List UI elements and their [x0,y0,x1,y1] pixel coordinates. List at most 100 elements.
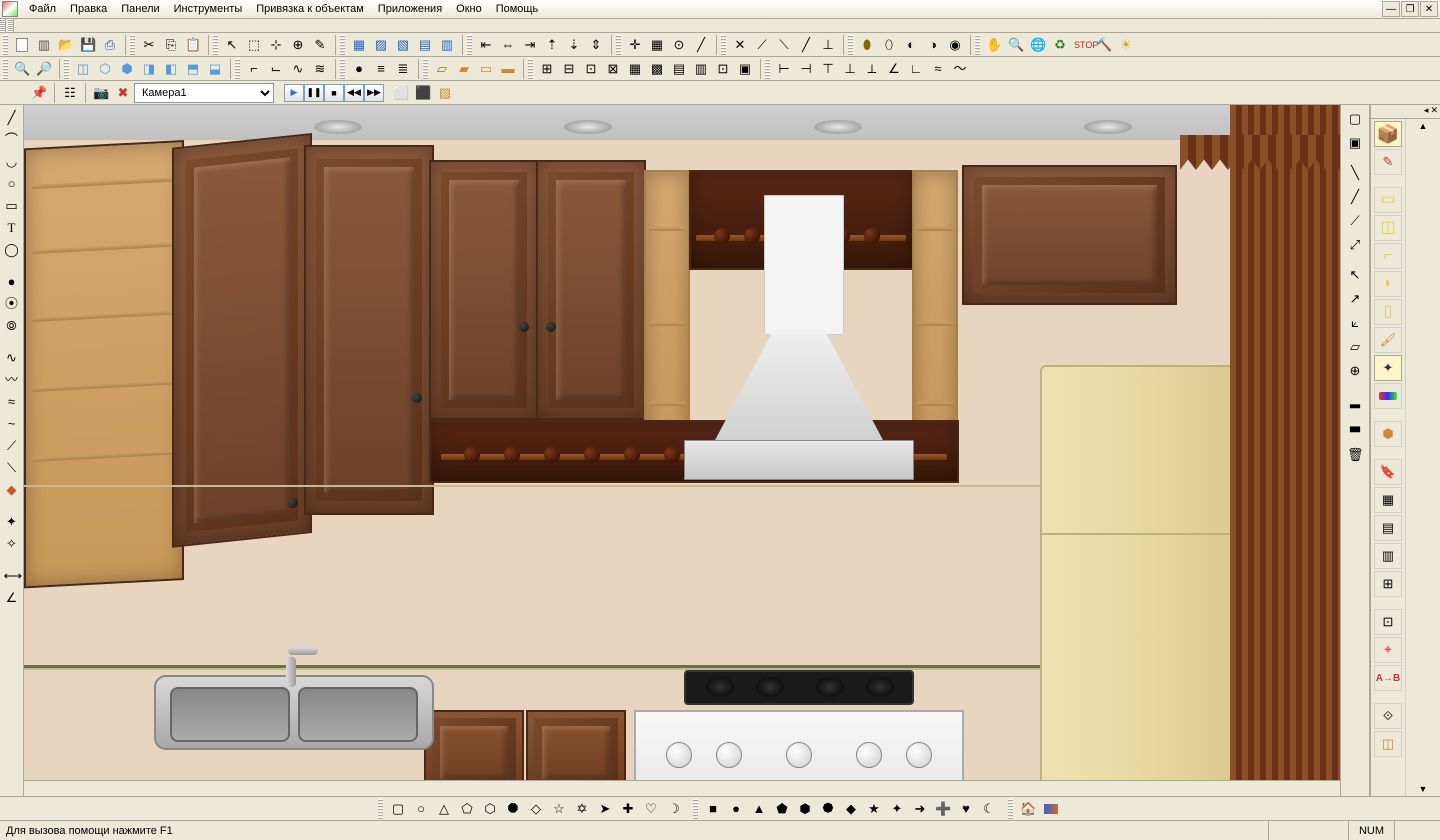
viewport-3d[interactable] [24,105,1340,796]
cube3-button[interactable]: ▨ [434,82,456,104]
dim-tool[interactable]: ⟷ [2,566,22,586]
snap-point-button[interactable]: ⊙ [668,34,690,56]
shade3-button[interactable]: ≣ [392,58,414,80]
horizontal-scrollbar[interactable] [24,780,1340,796]
rt-line4-icon[interactable]: ⤢ [1344,234,1366,256]
camera-select[interactable]: Камера1 [134,83,274,103]
shf-rect[interactable]: ■ [702,798,724,820]
mode2-button[interactable]: ⌙ [265,58,287,80]
rt-line2-icon[interactable]: ╱ [1344,186,1366,208]
layer4-button[interactable]: ▤ [414,34,436,56]
align-top-button[interactable]: ⇡ [541,34,563,56]
view-iso1-button[interactable]: ◫ [72,58,94,80]
sh-rect[interactable]: ▢ [387,798,409,820]
grid3-button[interactable]: ⊡ [580,58,602,80]
trim3-button[interactable]: ⟍ [773,34,795,56]
sh-heart[interactable]: ♡ [640,798,662,820]
camera-tree-button[interactable]: ☷ [59,82,81,104]
render4-button[interactable]: ◑ [922,34,944,56]
select-add-button[interactable]: ⊕ [287,34,309,56]
render3-button[interactable]: ◐ [900,34,922,56]
rt-edge-icon[interactable]: ⟀ [1344,312,1366,334]
panel-pin-icon[interactable]: ◂ [1424,105,1429,118]
curve2-tool[interactable]: 〰 [2,370,22,390]
rough1-tool[interactable]: ⦿ [2,294,22,314]
dim4-button[interactable]: ⊥ [839,58,861,80]
cat-table-icon[interactable]: ⊡ [1374,609,1402,635]
dim6-button[interactable]: ∠ [883,58,905,80]
dim8-button[interactable]: ≈ [927,58,949,80]
rt-arrow1-icon[interactable]: ↖ [1344,264,1366,286]
rt-line1-icon[interactable]: ╲ [1344,162,1366,184]
panel-close-icon[interactable]: ✕ [1430,105,1438,118]
path3-tool[interactable]: ◆ [2,480,22,500]
forward-button[interactable]: ▶▶ [364,84,384,102]
menu-apps[interactable]: Приложения [371,1,449,17]
rewind-button[interactable]: ◀◀ [344,84,364,102]
cat-curve-icon[interactable]: ◗ [1374,271,1402,297]
align-center-button[interactable]: ⇔ [497,34,519,56]
camera-del-button[interactable]: ✖ [112,82,134,104]
cat-lshape-icon[interactable]: ⌐ [1374,243,1402,269]
hammer-button[interactable]: 🔨 [1093,34,1115,56]
view-iso5-button[interactable]: ◧ [160,58,182,80]
layer1-button[interactable]: ▦ [348,34,370,56]
copy-button[interactable]: ⎘ [160,34,182,56]
open-file-button[interactable]: 📂 [55,34,77,56]
shf-circle[interactable]: ● [725,798,747,820]
angle-tool[interactable]: ∠ [2,588,22,608]
rt-globe-icon[interactable]: ⊕ [1344,360,1366,382]
edit-button[interactable]: ✎ [309,34,331,56]
menu-tools[interactable]: Инструменты [167,1,250,17]
mode4-button[interactable]: ≋ [309,58,331,80]
layer5-button[interactable]: ▥ [436,34,458,56]
cat-misc2-icon[interactable]: ◫ [1374,731,1402,757]
shf-heart[interactable]: ♥ [955,798,977,820]
cat-panel1-icon[interactable]: ▭ [1374,187,1402,213]
solid-tool[interactable]: ● [2,272,22,292]
cat-star-icon[interactable]: ✦ [1374,355,1402,381]
select-button[interactable]: ↖ [221,34,243,56]
render2-button[interactable]: ⬯ [878,34,900,56]
grid10-button[interactable]: ▣ [734,58,756,80]
camera-pin-button[interactable]: 📌 [28,82,50,104]
grid4-button[interactable]: ⊠ [602,58,624,80]
stop-button[interactable]: STOP [1071,34,1093,56]
layer3-button[interactable]: ▧ [392,34,414,56]
view-iso4-button[interactable]: ◨ [138,58,160,80]
paste-button[interactable]: 📋 [182,34,204,56]
cut-button[interactable]: ✂ [138,34,160,56]
view-iso2-button[interactable]: ⬡ [94,58,116,80]
trim5-button[interactable]: ⊥ [817,34,839,56]
select-rect-button[interactable]: ⬚ [243,34,265,56]
sh-oct[interactable]: ⯃ [502,798,524,820]
view-iso3-button[interactable]: ⬢ [116,58,138,80]
sh-colors-icon[interactable] [1040,798,1062,820]
sh-tri[interactable]: △ [433,798,455,820]
align-middle-button[interactable]: ⇕ [585,34,607,56]
curve1-tool[interactable]: ∿ [2,348,22,368]
zoom-out-button[interactable]: 🔎 [33,58,55,80]
recycle-button[interactable]: ♻ [1049,34,1071,56]
grid7-button[interactable]: ▤ [668,58,690,80]
layer2-button[interactable]: ▨ [370,34,392,56]
sh-diam[interactable]: ◇ [525,798,547,820]
rect-tool[interactable]: ▭ [2,196,22,216]
pause-button[interactable]: ❚❚ [304,84,324,102]
sh-star6[interactable]: ✡ [571,798,593,820]
rt-arrow2-icon[interactable]: ↗ [1344,288,1366,310]
grid8-button[interactable]: ▥ [690,58,712,80]
cat-box-icon[interactable]: 📦 [1374,121,1402,147]
proj2-button[interactable]: ▰ [453,58,475,80]
cat-grid-icon[interactable]: ⊞ [1374,571,1402,597]
view-iso7-button[interactable]: ⬓ [204,58,226,80]
cat-sheet-icon[interactable]: ▦ [1374,487,1402,513]
render1-button[interactable]: ⬮ [856,34,878,56]
proj3-button[interactable]: ▭ [475,58,497,80]
save-multi-button[interactable]: ⎙ [99,34,121,56]
cat-panel2-icon[interactable]: ◫ [1374,215,1402,241]
rt-box-icon[interactable]: ▢ [1344,108,1366,130]
dim1-button[interactable]: ⊢ [773,58,795,80]
mode3-button[interactable]: ∿ [287,58,309,80]
new-multi-button[interactable]: ▥ [33,34,55,56]
